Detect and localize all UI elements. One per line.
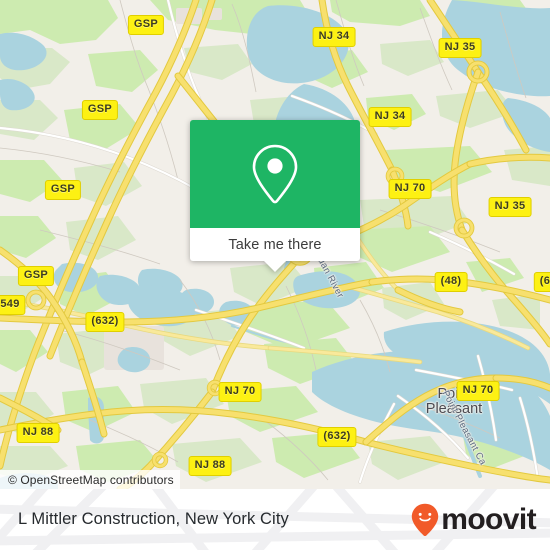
road-shield: GSP [127,15,165,35]
road-shield: NJ 70 [388,179,432,199]
road-shield: NJ 88 [188,456,232,476]
road-shield: (6 [533,272,550,292]
road-shield: GSP [81,100,119,120]
road-shield: (632) [85,312,125,332]
road-shield: GSP [17,266,55,286]
moovit-pin-icon [412,503,439,536]
location-popup-card[interactable]: Take me there [190,120,360,272]
popup-tail [264,261,286,272]
road-shield: NJ 34 [312,27,356,47]
moovit-wordmark: moovit [441,502,536,536]
road-shield: NJ 88 [16,423,60,443]
road-shield: NJ 70 [456,381,500,401]
place-title: L Mittler Construction, New York City [18,510,289,528]
moovit-logo[interactable]: moovit [411,502,537,537]
road-shield: 549 [0,295,26,315]
road-shield: NJ 34 [368,107,412,127]
road-shield: NJ 35 [438,38,482,58]
road-shield: NJ 35 [488,197,532,217]
map-pin-icon [252,144,298,204]
bottom-info-bar: L Mittler Construction, New York City mo… [0,489,550,550]
road-shield: (632) [317,427,357,447]
popup-image-placeholder [190,120,360,228]
road-shield: (48) [434,272,468,292]
take-me-there-label: Take me there [228,236,322,253]
popup-action-bar[interactable]: Take me there [190,228,360,272]
osm-attribution[interactable]: © OpenStreetMap contributors [0,470,180,489]
screenshot-root: .w { fill:#aad3df; } .g { fill:#cdebb0; … [0,0,550,550]
road-shield: NJ 70 [218,382,262,402]
road-shield: GSP [44,180,82,200]
map-canvas[interactable]: .w { fill:#aad3df; } .g { fill:#cdebb0; … [0,0,550,489]
